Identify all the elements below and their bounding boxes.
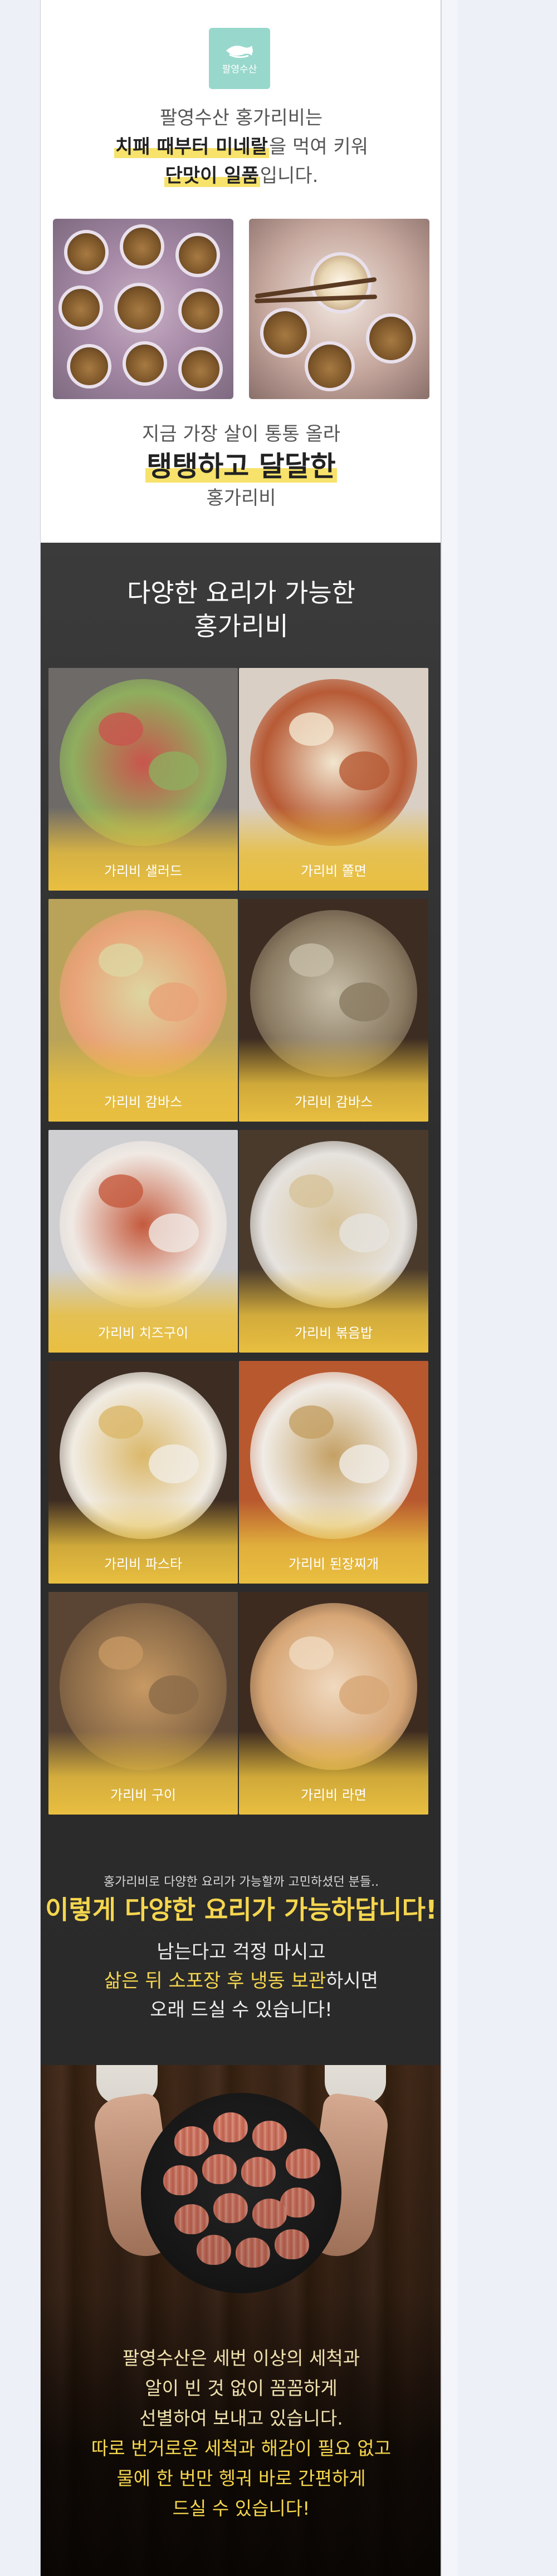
intro-line-1: 팔영수산 홍가리비는 bbox=[159, 107, 323, 129]
scallops-tray-photo bbox=[53, 219, 233, 399]
right-rail bbox=[441, 0, 458, 2576]
dish-label: 가리비 치즈구이 bbox=[97, 1325, 189, 1341]
intro-copy: 팔영수산 홍가리비는 치패 때부터 미네랄을 먹여 키워 단맛이 일품입니다. bbox=[41, 104, 441, 190]
dish-card: 가리비 치즈구이 bbox=[48, 1130, 238, 1353]
dish-label: 가리비 구이 bbox=[110, 1787, 177, 1803]
product-detail-page: 팔영수산 팔영수산 홍가리비는 치패 때부터 미네랄을 먹여 키워 단맛이 일품… bbox=[40, 0, 441, 2576]
dishes-note: 홍가리비로 다양한 요리가 가능할까 고민하셨던 분들.. 이렇게 다양한 요리… bbox=[41, 1873, 441, 2024]
note-headline: 이렇게 다양한 요리가 가능하답니다! bbox=[45, 1895, 437, 1925]
intro-section: 팔영수산 팔영수산 홍가리비는 치패 때부터 미네랄을 먹여 키워 단맛이 일품… bbox=[41, 0, 441, 543]
dish-card: 가리비 감바스 bbox=[48, 899, 238, 1122]
dish-label: 가리비 샐러드 bbox=[104, 863, 183, 879]
dish-card: 가리비 감바스 bbox=[239, 899, 428, 1122]
intro-copy-2: 지금 가장 살이 통통 올라 탱탱하고 달달한 홍가리비 bbox=[41, 420, 441, 512]
dishes-title: 다양한 요리가 가능한 홍가리비 bbox=[126, 578, 356, 641]
dish-label: 가리비 쫄면 bbox=[300, 863, 367, 879]
dish-label: 가리비 파스타 bbox=[104, 1556, 183, 1572]
dishes-section: 다양한 요리가 가능한 홍가리비 가리비 샐러드 가리비 쫄면 가리비 감바스 가리비… bbox=[41, 543, 441, 2065]
bowl-section: 팔영수산은 세번 이상의 세척과 알이 빈 것 없이 꼼꼼하게 선별하여 보내고… bbox=[41, 2065, 441, 2576]
dish-card: 가리비 파스타 bbox=[48, 1361, 238, 1584]
dish-card: 가리비 구이 bbox=[48, 1592, 238, 1815]
fish-icon bbox=[226, 45, 253, 58]
note-highlight: 삶은 뒤 소포장 후 냉동 보관 bbox=[104, 1970, 326, 1992]
dish-card: 가리비 된장찌개 bbox=[239, 1361, 428, 1584]
note-body: 남는다고 걱정 마시고 삶은 뒤 소포장 후 냉동 보관하시면 오래 드실 수 … bbox=[104, 1941, 378, 2021]
dish-label: 가리비 라면 bbox=[300, 1787, 367, 1803]
intro-line-3: 단맛이 일품입니다. bbox=[164, 165, 319, 187]
dish-label: 가리비 볶음밥 bbox=[294, 1325, 373, 1341]
dish-card: 가리비 볶음밥 bbox=[239, 1130, 428, 1353]
intro-highlight-1: 치패 때부터 미네랄 bbox=[114, 136, 269, 158]
intro-line-4: 지금 가장 살이 통통 올라 bbox=[141, 423, 341, 445]
scallops-chopsticks-photo bbox=[249, 219, 429, 399]
dish-card: 가리비 샐러드 bbox=[48, 668, 238, 891]
dish-card: 가리비 라면 bbox=[239, 1592, 428, 1815]
bowl-copy: 팔영수산은 세번 이상의 세척과 알이 빈 것 없이 꼼꼼하게 선별하여 보내고… bbox=[91, 2347, 392, 2519]
intro-line-6: 홍가리비 bbox=[206, 487, 276, 509]
dish-label: 가리비 된장찌개 bbox=[288, 1556, 379, 1572]
dish-label: 가리비 감바스 bbox=[104, 1094, 183, 1110]
intro-line-5: 탱탱하고 달달한 bbox=[145, 450, 337, 483]
dish-card: 가리비 쫄면 bbox=[239, 668, 428, 891]
note-small: 홍가리비로 다양한 요리가 가능할까 고민하셨던 분들.. bbox=[103, 1875, 379, 1889]
intro-highlight-2: 단맛이 일품 bbox=[164, 165, 260, 187]
dish-label: 가리비 감바스 bbox=[294, 1094, 373, 1110]
brand-logo: 팔영수산 bbox=[209, 28, 270, 89]
intro-line-2: 치패 때부터 미네랄을 먹여 키워 bbox=[114, 136, 368, 158]
brand-logo-text: 팔영수산 bbox=[222, 63, 257, 75]
